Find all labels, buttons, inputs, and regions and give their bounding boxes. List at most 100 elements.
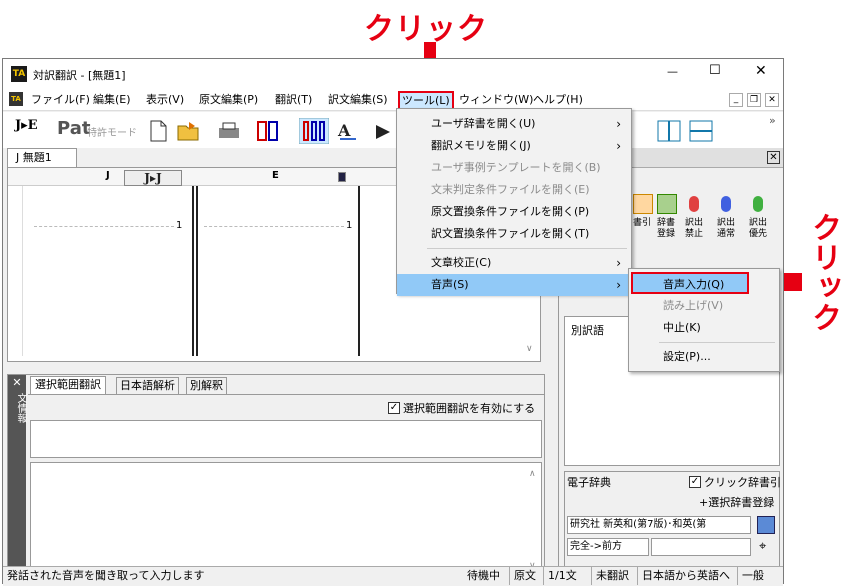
layout-three-icon[interactable] — [299, 118, 329, 144]
menu-view[interactable]: 表示(V) — [144, 92, 186, 110]
patent-mode-label: 特許モード — [87, 128, 137, 139]
line-number: 1 — [346, 220, 353, 231]
minimize-button[interactable]: — — [667, 65, 678, 78]
layout-horizontal-icon[interactable] — [689, 120, 713, 142]
enable-selection-label: 選択範囲翻訳を有効にする — [403, 402, 536, 415]
menu-item-read-aloud[interactable]: 読み上げ(V) — [629, 295, 779, 317]
menu-target-edit[interactable]: 訳文編集(S) — [326, 92, 390, 110]
priority-icon[interactable] — [753, 196, 763, 212]
status-mode: 一般 — [737, 567, 764, 585]
tab-selection-translate[interactable]: 選択範囲翻訳 — [30, 376, 106, 394]
mdi-minimize-button[interactable]: _ — [729, 93, 743, 107]
tools-menu: ユーザ辞書を開く(U) › 翻訳メモリを開く(J) › ユーザ事例テンプレートを開く… — [396, 108, 632, 296]
suppress-label: 訳出 禁止 — [685, 218, 704, 239]
menu-file[interactable]: ファイル(F) — [29, 92, 92, 110]
priority-label: 訳出 優先 — [749, 218, 768, 239]
font-icon[interactable]: A — [337, 120, 365, 142]
toolbar: J▸E Pat 特許モード A » — [3, 112, 783, 148]
voice-submenu: 音声入力(Q) 読み上げ(V) 中止(K) 設定(P)... — [628, 268, 780, 372]
menu-item-translation-memory[interactable]: 翻訳メモリを開く(J) › — [397, 135, 631, 157]
toolbar-overflow-button[interactable]: » — [769, 114, 776, 127]
pat-button[interactable]: Pat — [57, 118, 90, 144]
menu-bar: TA ファイル(F) 編集(E) 表示(V) 原文編集(P) 翻訳(T) 訳文編… — [3, 89, 783, 111]
layout-split-icon[interactable] — [257, 120, 287, 142]
play-icon[interactable] — [375, 124, 391, 140]
menu-item-user-dict[interactable]: ユーザ辞書を開く(U) › — [397, 113, 631, 135]
match-select-value: 完全->前方 — [570, 541, 622, 552]
register-label: 辞書 登録 — [657, 218, 676, 239]
click-lookup-label: クリック辞書引 — [704, 476, 781, 489]
menu-item-sentence-end-file[interactable]: 文末判定条件ファイルを開く(E) — [397, 179, 631, 201]
normal-label: 訳出 通常 — [717, 218, 736, 239]
alt-word-header: 別訳語 — [571, 324, 604, 337]
je-direction-button[interactable]: J▸E — [15, 118, 38, 144]
menu-item-voice[interactable]: 音声(S) › — [397, 274, 631, 296]
menu-edit[interactable]: 編集(E) — [91, 92, 133, 110]
dict-info-icon[interactable] — [757, 516, 775, 534]
status-untranslated: 未翻訳 — [591, 567, 629, 585]
menu-item-settings[interactable]: 設定(P)... — [629, 346, 779, 368]
add-dict-button[interactable]: +選択辞書登録 — [699, 494, 774, 510]
maximize-button[interactable]: ☐ — [709, 63, 721, 78]
menu-item-proofread[interactable]: 文章校正(C) › — [397, 252, 631, 274]
dict-select[interactable]: 研究社 新英和(第7版)･和英(第 — [567, 516, 751, 534]
status-direction: 日本語から英語へ — [637, 567, 730, 585]
status-message: 発話された音声を聞き取って入力します — [7, 569, 205, 582]
sentence-info-panel: ✕ 文情報 選択範囲翻訳 日本語解析 別解釈 ✓ 選択範囲翻訳を有効にする ∧ … — [7, 374, 545, 582]
dict-select-value: 研究社 新英和(第7版)･和英(第 — [570, 519, 707, 530]
column-toggle-icon[interactable] — [338, 172, 346, 182]
edict-title: 電子辞典 — [567, 476, 611, 489]
column-jj-header[interactable]: J▸J — [124, 170, 182, 186]
status-state: 待機中 — [467, 569, 500, 582]
document-tab[interactable]: J 無題1 — [7, 148, 77, 168]
column-j-header: J — [106, 170, 110, 181]
svg-text:A: A — [337, 121, 351, 140]
suppress-icon[interactable] — [689, 196, 699, 212]
side-panel-label: 文情報 — [8, 391, 26, 581]
line-number: 1 — [176, 220, 183, 231]
menu-item-source-replace-file[interactable]: 原文置換条件ファイルを開く(P) — [397, 201, 631, 223]
menu-item-stop[interactable]: 中止(K) — [629, 317, 779, 339]
enable-selection-checkbox[interactable]: ✓ — [388, 402, 400, 414]
open-folder-icon[interactable] — [177, 120, 205, 142]
tab-alt-interpretation[interactable]: 別解釈 — [186, 377, 227, 394]
scroll-up-icon[interactable]: ∧ — [529, 469, 536, 479]
tab-japanese-analysis[interactable]: 日本語解析 — [116, 377, 179, 394]
window-title: 対訳翻訳 - [無題1] — [33, 69, 126, 82]
new-doc-icon[interactable] — [149, 120, 167, 142]
side-panel-close-button[interactable]: ✕ — [8, 375, 26, 391]
menu-item-target-replace-file[interactable]: 訳文置換条件ファイルを開く(T) — [397, 223, 631, 245]
result-text-box[interactable] — [30, 462, 542, 580]
menu-item-voice-input[interactable]: 音声入力(Q) — [631, 272, 749, 294]
binoculars-icon[interactable]: ⌖ — [759, 539, 766, 554]
mdi-close-button[interactable]: ✕ — [765, 93, 779, 107]
menu-translate[interactable]: 翻訳(T) — [273, 92, 314, 110]
dict-register-icon[interactable] — [657, 194, 677, 214]
status-source: 原文 — [509, 567, 536, 585]
match-select[interactable]: 完全->前方 — [567, 538, 649, 556]
layout-vertical-icon[interactable] — [657, 120, 681, 142]
submenu-arrow-icon: › — [616, 256, 621, 270]
search-input[interactable] — [651, 538, 751, 556]
callout-right-label: クリック — [806, 212, 841, 332]
dict-search-icon[interactable] — [633, 194, 653, 214]
mdi-restore-button[interactable]: ❐ — [747, 93, 761, 107]
menu-source-edit[interactable]: 原文編集(P) — [197, 92, 260, 110]
panel-close-button[interactable]: ✕ — [767, 151, 780, 164]
menu-item-user-template[interactable]: ユーザ事例テンプレートを開く(B) — [397, 157, 631, 179]
status-bar: 発話された音声を聞き取って入力します 待機中 原文 1/1文 未翻訳 日本語から… — [3, 566, 783, 586]
lookup-label: 書引 — [633, 218, 652, 228]
source-text-box[interactable] — [30, 420, 542, 458]
doc-icon: TA — [9, 92, 23, 106]
app-logo-icon: TA — [11, 66, 27, 82]
title-bar: TA 対訳翻訳 - [無題1] — ☐ ✕ — [3, 59, 783, 89]
close-button[interactable]: ✕ — [755, 63, 767, 79]
scroll-down-icon[interactable]: ∨ — [526, 344, 533, 354]
submenu-arrow-icon: › — [616, 117, 621, 131]
status-count: 1/1文 — [543, 567, 577, 585]
column-e-header: E — [272, 170, 279, 181]
click-lookup-checkbox[interactable]: ✓ — [689, 476, 701, 488]
submenu-arrow-icon: › — [616, 139, 621, 153]
normal-icon[interactable] — [721, 196, 731, 212]
print-icon[interactable] — [217, 122, 245, 142]
